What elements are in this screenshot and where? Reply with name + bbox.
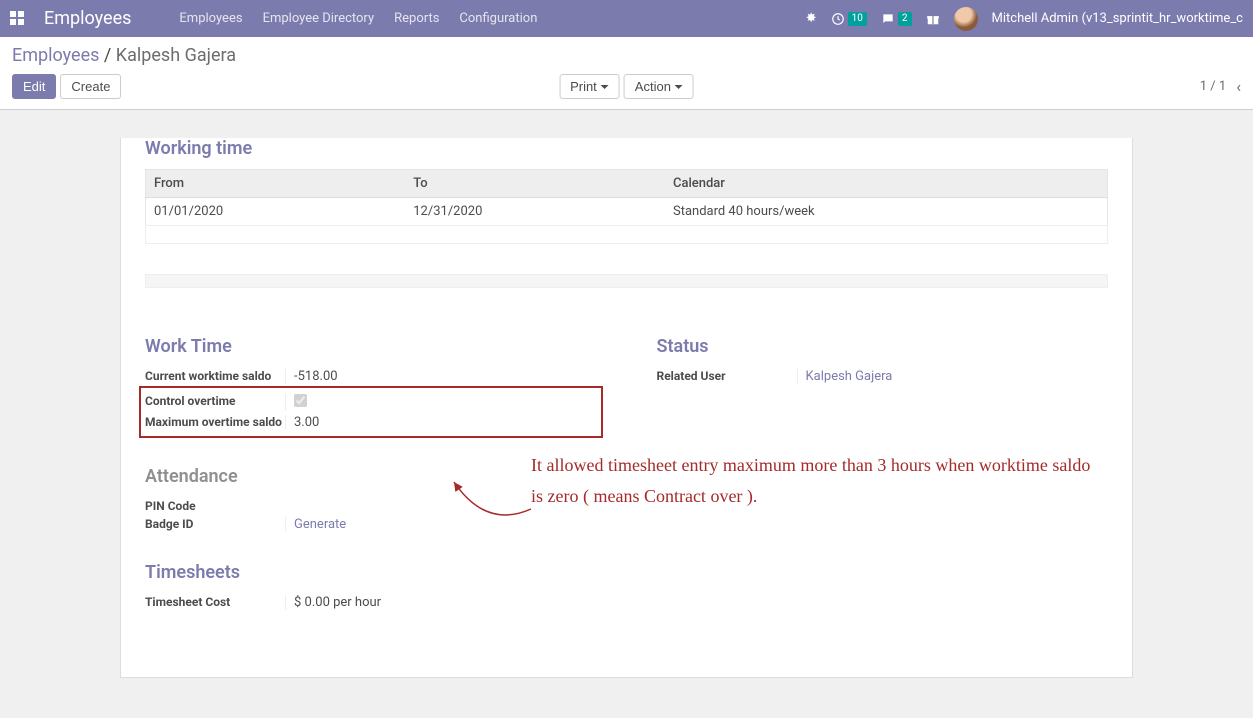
nav-menu: Employees Employee Directory Reports Con… [179,11,537,26]
col-to: To [405,170,665,198]
top-navbar: Employees Employees Employee Directory R… [0,0,1253,37]
activities-badge: 10 [848,12,867,26]
col-calendar: Calendar [665,170,1108,198]
breadcrumb-parent[interactable]: Employees [12,45,99,66]
label-pin: PIN Code [145,499,285,513]
caret-down-icon [601,85,609,89]
label-current-saldo: Current worktime saldo [145,369,285,383]
label-badge: Badge ID [145,517,285,531]
value-related-user[interactable]: Kalpesh Gajera [806,369,893,384]
value-max-saldo: 3.00 [285,415,597,430]
messages-badge: 2 [898,12,912,26]
label-control-overtime: Control overtime [145,394,285,408]
breadcrumb-current: Kalpesh Gajera [116,45,236,66]
nav-reports[interactable]: Reports [394,11,439,26]
nav-configuration[interactable]: Configuration [459,11,537,26]
nav-employee-directory[interactable]: Employee Directory [263,11,375,26]
table-row[interactable]: 01/01/2020 12/31/2020 Standard 40 hours/… [146,198,1108,226]
label-related-user: Related User [657,369,797,383]
messages-icon[interactable]: 2 [881,12,912,26]
breadcrumb: Employees / Kalpesh Gajera [12,45,1241,66]
annotation-text: It allowed timesheet entry maximum more … [531,450,1091,511]
section-attendance: Attendance [145,466,597,487]
working-time-table: From To Calendar 01/01/2020 12/31/2020 S… [145,169,1108,226]
print-button[interactable]: Print [559,74,620,99]
value-timesheet-cost: $ 0.00 per hour [285,595,597,610]
create-button[interactable]: Create [60,74,121,99]
pager-prev-icon[interactable]: ‹ [1236,77,1241,96]
highlight-box: Control overtime Maximum overtime saldo … [139,386,603,438]
nav-employees[interactable]: Employees [179,11,242,26]
section-status: Status [657,336,1109,357]
section-work-time: Work Time [145,336,597,357]
edit-button[interactable]: Edit [12,74,56,99]
generate-button[interactable]: Generate [294,517,346,532]
pager[interactable]: 1 / 1 [1200,79,1226,94]
value-current-saldo: -518.00 [285,369,597,384]
checkbox-control-overtime [294,394,307,407]
label-timesheet-cost: Timesheet Cost [145,595,285,609]
debug-icon[interactable]: ✸ [806,11,817,26]
avatar[interactable] [954,7,978,31]
label-max-saldo: Maximum overtime saldo [145,415,285,429]
gift-icon[interactable] [926,12,940,26]
spacer [145,274,1108,288]
caret-down-icon [675,85,683,89]
col-from: From [146,170,406,198]
activities-icon[interactable]: 10 [831,12,867,26]
control-panel: Employees / Kalpesh Gajera Edit Create P… [0,37,1253,110]
user-label[interactable]: Mitchell Admin (v13_sprintit_hr_worktime… [992,11,1243,26]
brand[interactable]: Employees [44,8,131,29]
form-sheet: Working time From To Calendar 01/01/2020… [120,138,1133,678]
section-working-time: Working time [145,138,1108,159]
section-timesheets: Timesheets [145,562,597,583]
action-button[interactable]: Action [624,74,694,99]
apps-icon[interactable] [10,11,26,27]
